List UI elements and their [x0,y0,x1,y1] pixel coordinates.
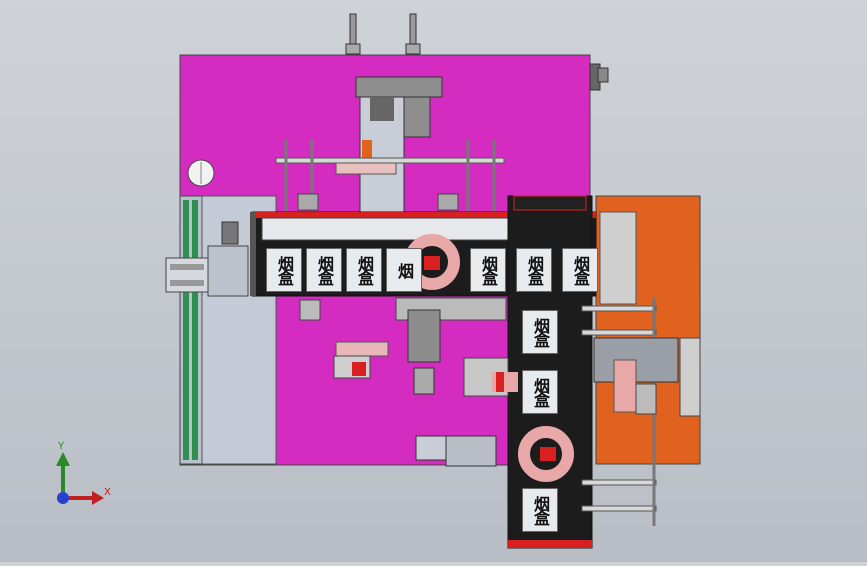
horizontal-box-7: 烟盒 [516,248,552,292]
vertical-box-4: 烟盒 [522,488,558,532]
machine-drawing [56,13,701,549]
axis-triad [56,452,104,505]
horizontal-box-2: 烟盒 [306,248,342,292]
horizontal-box-8: 烟盒 [562,248,598,292]
x-axis-label: X [104,487,111,498]
cad-viewport[interactable]: 烟盒 烟盒 烟盒 烟 烟盒 烟盒 烟盒 烟盒 烟盒 烟盒 Y X [0,0,867,562]
horizontal-box-6: 烟盒 [470,248,506,292]
vertical-box-1: 烟盒 [522,310,558,354]
y-axis-label: Y [58,441,65,452]
horizontal-box-4: 烟 [386,248,422,292]
top-mounting-pins [345,13,421,55]
horizontal-box-3: 烟盒 [346,248,382,292]
horizontal-box-1: 烟盒 [266,248,302,292]
vertical-box-2: 烟盒 [522,370,558,414]
